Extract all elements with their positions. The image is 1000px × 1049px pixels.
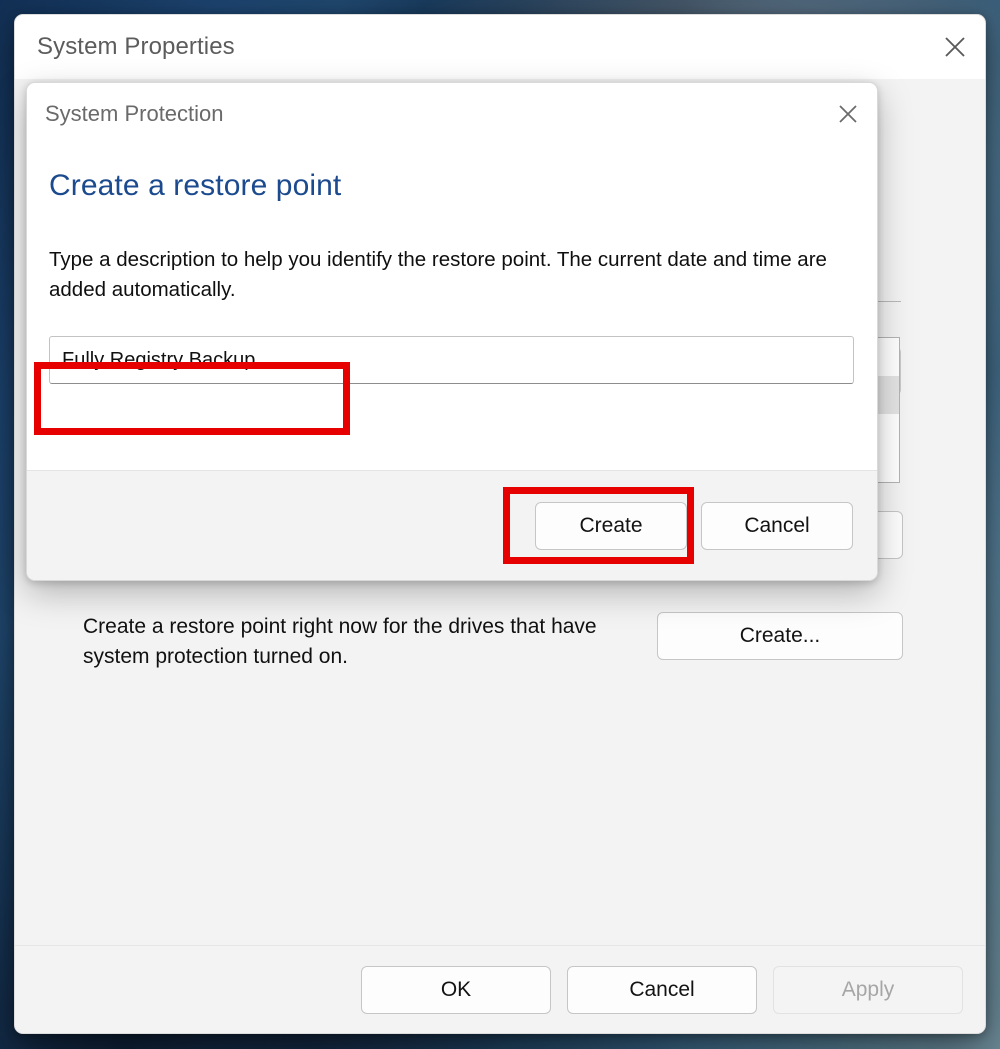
page-title: Create a restore point bbox=[49, 169, 342, 202]
close-icon bbox=[945, 37, 965, 57]
create-restore-point-button[interactable]: Create... bbox=[657, 612, 903, 660]
restore-point-description-input[interactable] bbox=[49, 336, 854, 385]
apply-button: Apply bbox=[773, 965, 963, 1014]
dialog-content: Create a restore point Type a descriptio… bbox=[27, 145, 877, 470]
create-description: Create a restore point right now for the… bbox=[83, 615, 597, 668]
create-button[interactable]: Create bbox=[535, 501, 687, 550]
dialog-commit-bar: OK Cancel Apply bbox=[15, 945, 985, 1033]
dialog-titlebar: System Protection bbox=[27, 83, 877, 145]
window-title: System Properties bbox=[37, 33, 235, 60]
system-properties-titlebar: System Properties bbox=[15, 15, 985, 79]
ok-button[interactable]: OK bbox=[361, 965, 551, 1014]
dialog-cancel-button[interactable]: Cancel bbox=[701, 501, 853, 550]
dialog-close-button[interactable] bbox=[819, 83, 877, 145]
dialog-footer: Create Cancel bbox=[27, 470, 877, 580]
dialog-title: System Protection bbox=[45, 101, 224, 126]
cancel-button[interactable]: Cancel bbox=[567, 965, 757, 1014]
system-protection-dialog: System Protection Create a restore point… bbox=[26, 82, 878, 581]
dialog-instructions: Type a description to help you identify … bbox=[49, 248, 827, 301]
window-close-button[interactable] bbox=[925, 15, 985, 79]
create-restore-point-section: Create a restore point right now for the… bbox=[83, 612, 903, 672]
close-icon bbox=[839, 105, 857, 123]
